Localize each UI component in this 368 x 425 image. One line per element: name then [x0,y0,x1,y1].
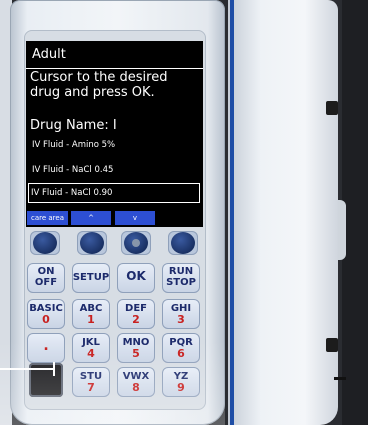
key-3[interactable]: GHI 3 [162,299,200,329]
key-0[interactable]: BASIC 0 [27,299,65,329]
right-edge-marker [334,377,346,380]
softkey-button-1[interactable] [30,231,60,255]
care-area-softkey[interactable]: care area [27,211,68,225]
key-5-digit: 5 [132,347,140,360]
scroll-down-softkey[interactable]: v [115,211,155,225]
softkey-button-3[interactable] [121,231,151,255]
setup-label: SETUP [72,272,110,283]
title-divider [26,68,203,69]
profile-title: Adult [32,47,66,62]
decimal-key[interactable]: . [27,333,65,363]
drug-list-item[interactable]: IV Fluid - Amino 5% [30,136,198,154]
softkey-dot-icon [171,232,195,254]
module-rail [230,0,234,425]
softkey-dot-icon [124,232,148,254]
key-8-digit: 8 [132,381,140,394]
instruction-text: Cursor to the desired drug and press OK. [30,70,168,100]
decimal-label: . [43,338,49,354]
drug-name-label: Drug Name: I [30,118,117,133]
pump-display: Adult Cursor to the desired drug and pre… [26,41,203,227]
softkey-button-2[interactable] [77,231,107,255]
module-latch-bottom [326,338,338,352]
key-0-digit: 0 [42,313,50,326]
key-9-digit: 9 [177,381,185,394]
key-1[interactable]: ABC 1 [72,299,110,329]
run-stop-label-1: RUN [168,266,194,277]
blank-softkey[interactable] [159,211,202,225]
drug-list-item-selected[interactable]: IV Fluid - NaCl 0.90 [28,183,200,203]
ok-label: OK [126,269,146,283]
key-2[interactable]: DEF 2 [117,299,155,329]
key-6[interactable]: PQR 6 [162,333,200,363]
channel-module [228,0,338,425]
key-5[interactable]: MNO 5 [117,333,155,363]
scroll-up-softkey[interactable]: ^ [71,211,111,225]
key-2-digit: 2 [132,313,140,326]
softkey-dot-icon [33,232,57,254]
pointer-indicator-line [0,368,55,370]
softkey-bar: care area ^ v [26,209,203,227]
run-stop-label-2: STOP [166,277,196,288]
key-8[interactable]: VWX 8 [117,367,155,397]
softkey-button-4[interactable] [168,231,198,255]
on-off-button[interactable]: ON OFF [27,263,65,293]
drug-list-item[interactable]: IV Fluid - NaCl 0.45 [30,161,198,179]
pointer-indicator-tick [53,362,55,376]
on-off-label-2: OFF [34,277,58,288]
key-1-digit: 1 [87,313,95,326]
key-4[interactable]: JKL 4 [72,333,110,363]
module-latch-top [326,101,338,115]
softkey-dot-icon [80,232,104,254]
key-3-digit: 3 [177,313,185,326]
key-6-digit: 6 [177,347,185,360]
ok-button[interactable]: OK [117,263,155,293]
module-side-tab [338,200,346,260]
key-4-digit: 4 [87,347,95,360]
run-stop-button[interactable]: RUN STOP [162,263,200,293]
key-7[interactable]: STU 7 [72,367,110,397]
on-off-label-1: ON [37,266,55,277]
setup-button[interactable]: SETUP [72,263,110,293]
key-9[interactable]: YZ 9 [162,367,200,397]
key-7-digit: 7 [87,381,95,394]
